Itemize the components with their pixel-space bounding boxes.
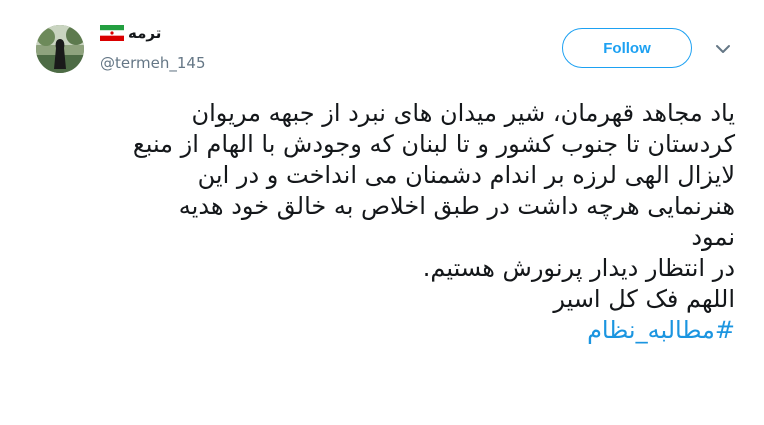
tweet-text: یاد مجاهد قهرمان، شیر میدان های نبرد از … bbox=[30, 98, 735, 346]
chevron-down-icon[interactable] bbox=[714, 40, 732, 58]
follow-button[interactable]: Follow bbox=[562, 28, 692, 68]
tweet-line: کردستان تا جنوب کشور و تا لبنان که وجودش… bbox=[132, 130, 735, 158]
display-name[interactable]: ترمه bbox=[100, 24, 161, 42]
user-handle[interactable]: @termeh_145 bbox=[100, 54, 206, 72]
hashtag-link[interactable]: #مطالبه_نظام bbox=[30, 315, 735, 346]
tweet-line: اللهم فک کل اسیر bbox=[553, 285, 735, 313]
tweet-line: هنرنمایی هرچه داشت در طبق اخلاص به خالق … bbox=[178, 192, 735, 220]
profile-photo-icon bbox=[36, 25, 84, 73]
tweet-line: لایزال الهی لرزه بر اندام دشمنان می اندا… bbox=[197, 161, 735, 189]
display-name-text: ترمه bbox=[128, 24, 162, 42]
tweet-header: ترمه @termeh_145 Follow bbox=[0, 0, 764, 90]
avatar[interactable] bbox=[36, 25, 84, 73]
tweet-line: یاد مجاهد قهرمان، شیر میدان های نبرد از … bbox=[191, 99, 736, 127]
tweet-line: در انتظار دیدار پرنورش هستیم. bbox=[422, 254, 735, 282]
tweet-line: نمود bbox=[691, 223, 735, 251]
iran-flag-icon bbox=[100, 25, 124, 41]
